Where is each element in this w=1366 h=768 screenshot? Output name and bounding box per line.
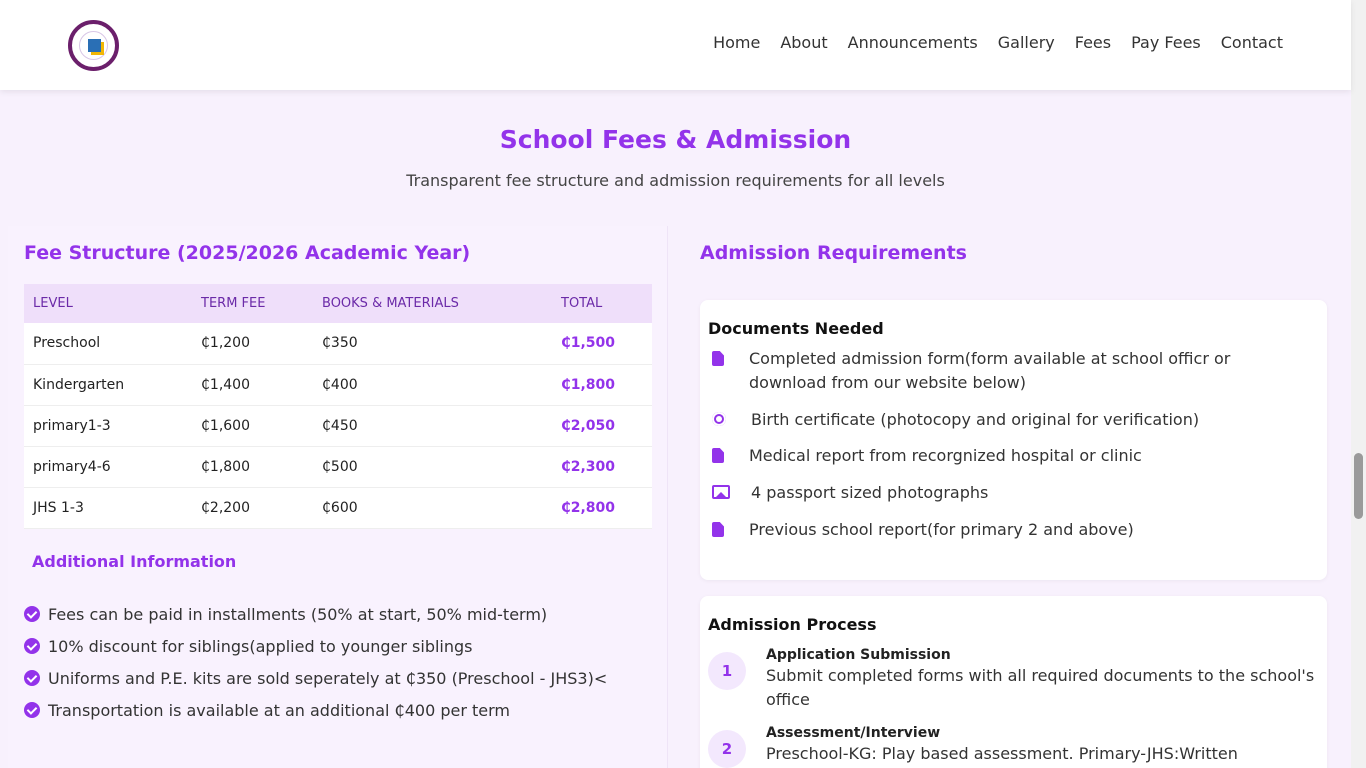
cell-total: ₵1,800 [552,364,652,406]
cell-total: ₵2,300 [552,446,652,488]
page-subtitle: Transparent fee structure and admission … [406,171,945,190]
check-circle-icon [24,702,40,718]
list-item: 10% discount for siblings(applied to you… [24,630,607,662]
certificate-icon [712,412,726,426]
cell-books: ₵600 [313,487,552,529]
col-books-materials: BOOKS & MATERIALS [313,284,552,323]
step-body: Assessment/Interview Preschool-KG: Play … [766,724,1326,766]
table-row: primary1-3 ₵1,600 ₵450 ₵2,050 [24,405,652,447]
list-item: Uniforms and P.E. kits are sold seperate… [24,662,607,694]
cell-total: ₵2,800 [552,487,652,529]
document-item: Previous school report(for primary 2 and… [712,518,1272,542]
site-header: Home About Announcements Gallery Fees Pa… [0,0,1351,90]
step-text: Submit completed forms with all required… [766,666,1315,709]
document-text: Previous school report(for primary 2 and… [749,520,1134,539]
admission-process-title: Admission Process [708,615,877,634]
list-item-text: Uniforms and P.E. kits are sold seperate… [48,668,608,688]
document-item: Completed admission form(form available … [712,347,1272,395]
fee-table-header-row: LEVEL TERM FEE BOOKS & MATERIALS TOTAL [24,284,652,323]
page-title: School Fees & Admission [499,125,852,154]
nav-contact[interactable]: Contact [1221,33,1283,52]
cell-term-fee: ₵1,800 [192,446,313,488]
cell-level: JHS 1-3 [24,487,192,529]
documents-needed-title: Documents Needed [708,319,884,338]
report-file-icon [712,522,724,537]
nav-home[interactable]: Home [713,33,760,52]
documents-needed-card: Documents Needed Completed admission for… [700,300,1327,580]
admission-process-card: Admission Process 1 Application Submissi… [700,596,1327,768]
cell-term-fee: ₵1,600 [192,405,313,447]
cell-level: Preschool [24,323,192,365]
col-level: LEVEL [24,284,192,323]
nav-fees[interactable]: Fees [1075,33,1111,52]
main-nav: Home About Announcements Gallery Fees Pa… [713,33,1283,52]
logo-emblem [79,31,108,60]
cell-level: primary4-6 [24,446,192,488]
process-step: 2 Assessment/Interview Preschool-KG: Pla… [708,724,1326,768]
check-circle-icon [24,670,40,686]
step-number-badge: 2 [708,730,746,768]
col-total: TOTAL [552,284,652,323]
process-step: 1 Application Submission Submit complete… [708,646,1326,712]
nav-pay-fees[interactable]: Pay Fees [1131,33,1201,52]
cell-level: Kindergarten [24,364,192,406]
step-title: Application Submission [766,647,951,663]
step-title: Assessment/Interview [766,725,941,741]
cell-books: ₵450 [313,405,552,447]
cell-term-fee: ₵1,400 [192,364,313,406]
table-row: primary4-6 ₵1,800 ₵500 ₵2,300 [24,446,652,488]
cell-total: ₵1,500 [552,323,652,365]
fee-structure-panel: Fee Structure (2025/2026 Academic Year) … [8,226,668,768]
cell-level: primary1-3 [24,405,192,447]
list-item: Transportation is available at an additi… [24,694,607,726]
cell-total: ₵2,050 [552,405,652,447]
cell-term-fee: ₵1,200 [192,323,313,365]
step-body: Application Submission Submit completed … [766,646,1326,712]
fee-structure-heading: Fee Structure (2025/2026 Academic Year) [24,242,471,264]
additional-info-list: Fees can be paid in installments (50% at… [24,598,607,726]
admission-requirements-heading: Admission Requirements [700,242,967,264]
file-icon [712,351,724,366]
table-row: Preschool ₵1,200 ₵350 ₵1,500 [24,323,652,365]
table-row: JHS 1-3 ₵2,200 ₵600 ₵2,800 [24,487,652,529]
col-term-fee: TERM FEE [192,284,313,323]
list-item-text: Transportation is available at an additi… [48,700,510,720]
cell-term-fee: ₵2,200 [192,487,313,529]
document-text: Medical report from recorgnized hospital… [749,446,1142,465]
additional-info-heading: Additional Information [32,552,237,571]
document-item: 4 passport sized photographs [712,481,1272,505]
document-item: Medical report from recorgnized hospital… [712,444,1272,468]
document-text: Birth certificate (photocopy and origina… [751,410,1200,429]
document-item: Birth certificate (photocopy and origina… [712,408,1272,432]
check-circle-icon [24,606,40,622]
step-number-badge: 1 [708,652,746,690]
cell-books: ₵400 [313,364,552,406]
fee-table: LEVEL TERM FEE BOOKS & MATERIALS TOTAL P… [24,284,652,529]
cell-books: ₵500 [313,446,552,488]
cell-books: ₵350 [313,323,552,365]
check-circle-icon [24,638,40,654]
nav-announcements[interactable]: Announcements [848,33,978,52]
list-item-text: 10% discount for siblings(applied to you… [48,636,473,656]
book-cube-icon [88,39,101,52]
step-text: Preschool-KG: Play based assessment. Pri… [766,744,1238,763]
list-item: Fees can be paid in installments (50% at… [24,598,607,630]
nav-gallery[interactable]: Gallery [998,33,1055,52]
nav-about[interactable]: About [780,33,827,52]
page-scrollbar[interactable] [1351,0,1366,768]
list-item-text: Fees can be paid in installments (50% at… [48,604,548,624]
document-text: Completed admission form(form available … [749,349,1231,392]
school-logo[interactable] [68,20,119,71]
document-text: 4 passport sized photographs [751,483,989,502]
table-row: Kindergarten ₵1,400 ₵400 ₵1,800 [24,364,652,406]
medical-file-icon [712,448,724,463]
scrollbar-thumb[interactable] [1354,453,1363,519]
images-icon [712,485,730,499]
